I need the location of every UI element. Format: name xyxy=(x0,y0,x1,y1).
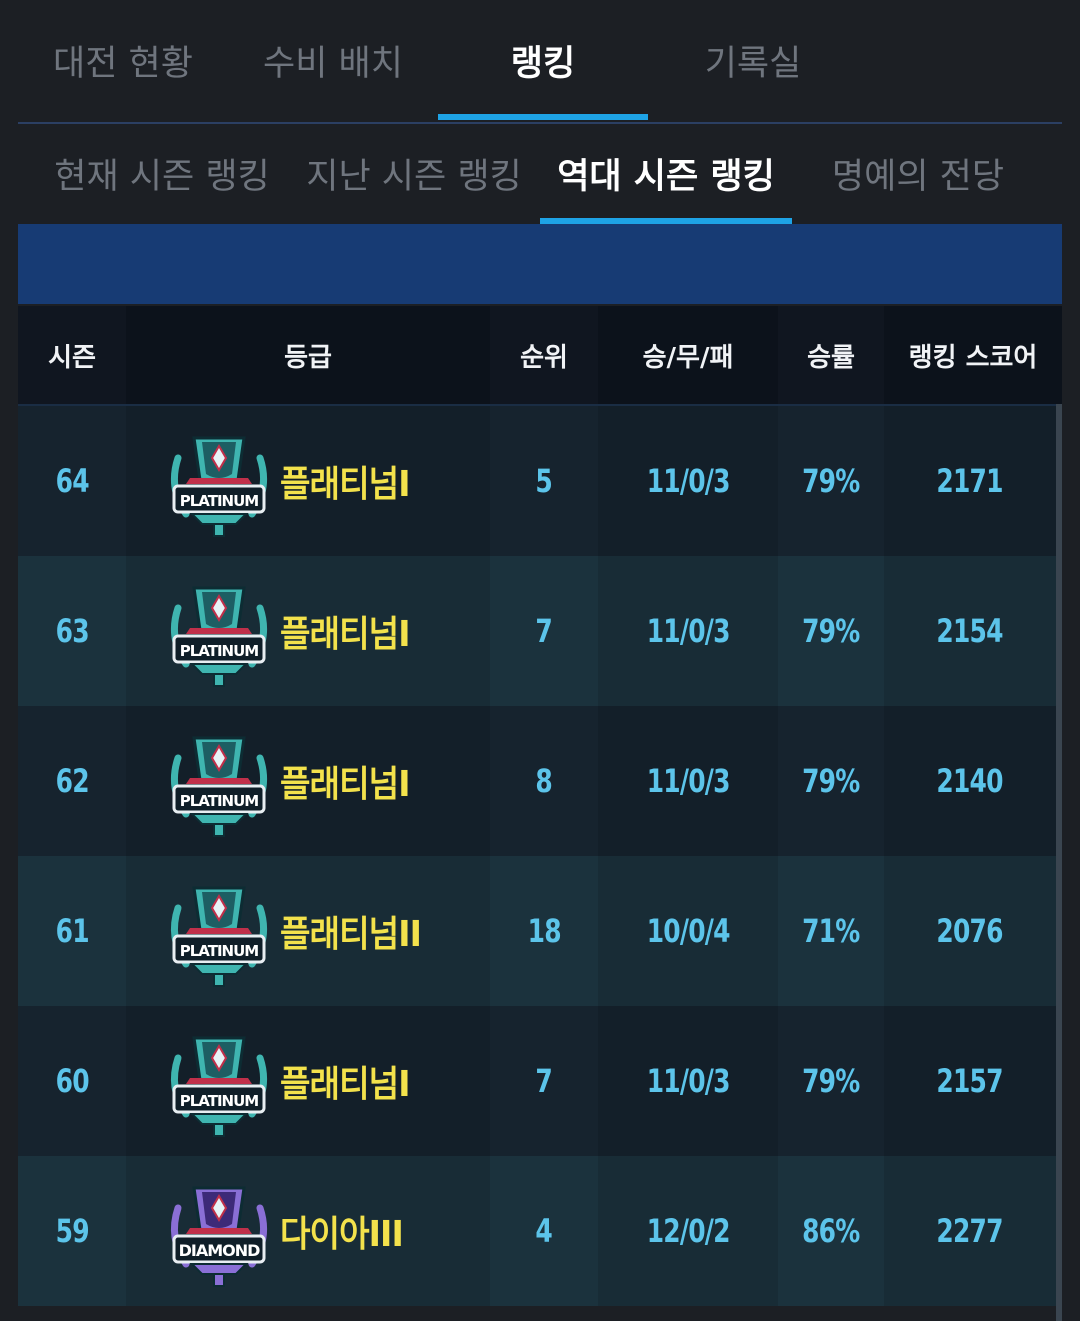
grade-name: 다이아III xyxy=(280,1214,404,1255)
tab-ranking[interactable]: 랭킹 xyxy=(438,0,648,120)
platinum-badge-icon: PLATINUM xyxy=(164,878,274,988)
platinum-badge-icon: PLATINUM xyxy=(164,428,274,538)
rank-cell: 18 xyxy=(527,912,561,950)
table-row[interactable]: 59 DIAMOND 다이아III 4 12/0/2 86% 2277 xyxy=(18,1156,1056,1306)
rank-cell: 7 xyxy=(535,612,553,650)
tab-label: 대전 현황 xyxy=(53,43,193,84)
header-record: 승/무/패 xyxy=(598,306,778,404)
ranking-score-cell: 2154 xyxy=(884,556,1056,706)
record-cell: 11/0/3 xyxy=(598,1006,778,1156)
header-win-rate: 승률 xyxy=(807,342,855,373)
tab-label: 지난 시즌 랭킹 xyxy=(306,156,522,197)
rank-cell: 7 xyxy=(535,1062,553,1100)
svg-text:PLATINUM: PLATINUM xyxy=(180,492,259,510)
svg-text:PLATINUM: PLATINUM xyxy=(180,642,259,660)
grade-name: 플래티넘I xyxy=(280,1064,411,1105)
ranking-sub-tab-bar: 현재 시즌 랭킹 지난 시즌 랭킹 역대 시즌 랭킹 명예의 전당 xyxy=(18,122,1062,224)
tab-label: 랭킹 xyxy=(510,43,576,84)
record-cell: 11/0/3 xyxy=(598,406,778,556)
svg-text:PLATINUM: PLATINUM xyxy=(180,942,259,960)
grade-cell: PLATINUM 플래티넘II xyxy=(126,856,490,1006)
table-row[interactable]: 61 PLATINUM 플래티넘II 18 10/0/4 71% 2076 xyxy=(18,856,1056,1006)
rank-cell: 4 xyxy=(535,1212,553,1250)
tab-hall-of-fame[interactable]: 명예의 전당 xyxy=(792,122,1044,224)
win-rate-cell: 86% xyxy=(802,1212,860,1250)
grade-name: 플래티넘I xyxy=(280,614,411,655)
tab-label: 현재 시즌 랭킹 xyxy=(54,156,270,197)
table-row[interactable]: 62 PLATINUM 플래티넘I 8 11/0/3 79% 2140 xyxy=(18,706,1056,856)
svg-text:DIAMOND: DIAMOND xyxy=(179,1241,261,1260)
season-cell: 59 xyxy=(55,1212,89,1250)
rank-cell: 8 xyxy=(535,762,553,800)
grade-cell: PLATINUM 플래티넘I xyxy=(126,556,490,706)
grade-cell: PLATINUM 플래티넘I xyxy=(126,1006,490,1156)
win-rate-cell: 79% xyxy=(802,762,860,800)
win-rate-cell: 79% xyxy=(802,612,860,650)
svg-text:PLATINUM: PLATINUM xyxy=(180,792,259,810)
section-banner xyxy=(18,224,1062,304)
season-cell: 60 xyxy=(55,1062,89,1100)
ranking-score-cell: 2157 xyxy=(884,1006,1056,1156)
season-cell: 63 xyxy=(55,612,89,650)
platinum-badge-icon: PLATINUM xyxy=(164,728,274,838)
season-ranking-table: 시즌 등급 순위 승/무/패 승률 랭킹 스코어 64 PLATINUM 플래티… xyxy=(18,306,1062,1321)
tab-label: 역대 시즌 랭킹 xyxy=(557,156,775,197)
platinum-badge-icon: PLATINUM xyxy=(164,578,274,688)
tab-label: 수비 배치 xyxy=(263,43,403,84)
record-cell: 10/0/4 xyxy=(598,856,778,1006)
ranking-score-cell: 2277 xyxy=(884,1156,1056,1306)
table-row[interactable]: 64 PLATINUM 플래티넘I 5 11/0/3 79% 2171 xyxy=(18,406,1056,556)
platinum-badge-icon: PLATINUM xyxy=(164,1028,274,1138)
tab-defense-setup[interactable]: 수비 배치 xyxy=(228,0,438,120)
table-header: 시즌 등급 순위 승/무/패 승률 랭킹 스코어 xyxy=(18,306,1062,406)
record-cell: 12/0/2 xyxy=(598,1156,778,1306)
tab-all-time-season-ranking[interactable]: 역대 시즌 랭킹 xyxy=(540,122,792,224)
win-rate-cell: 79% xyxy=(802,1062,860,1100)
diamond-badge-icon: DIAMOND xyxy=(164,1178,274,1288)
record-cell: 11/0/3 xyxy=(598,556,778,706)
grade-name: 플래티넘II xyxy=(280,914,422,955)
season-cell: 62 xyxy=(55,762,89,800)
ranking-score-cell: 2076 xyxy=(884,856,1056,1006)
header-rank: 순위 xyxy=(520,342,568,373)
win-rate-cell: 79% xyxy=(802,462,860,500)
tab-label: 기록실 xyxy=(704,43,802,84)
win-rate-cell: 71% xyxy=(802,912,860,950)
ranking-score-cell: 2140 xyxy=(884,706,1056,856)
season-cell: 64 xyxy=(55,462,89,500)
table-row[interactable]: 60 PLATINUM 플래티넘I 7 11/0/3 79% 2157 xyxy=(18,1006,1056,1156)
main-tab-bar: 대전 현황 수비 배치 랭킹 기록실 xyxy=(18,0,1062,124)
header-ranking-score: 랭킹 스코어 xyxy=(884,306,1062,404)
tab-last-season-ranking[interactable]: 지난 시즌 랭킹 xyxy=(288,122,540,224)
grade-name: 플래티넘I xyxy=(280,764,411,805)
grade-cell: PLATINUM 플래티넘I xyxy=(126,706,490,856)
grade-cell: PLATINUM 플래티넘I xyxy=(126,406,490,556)
header-grade: 등급 xyxy=(126,306,490,404)
tab-label: 명예의 전당 xyxy=(831,156,1005,197)
record-cell: 11/0/3 xyxy=(598,706,778,856)
tab-records[interactable]: 기록실 xyxy=(648,0,858,120)
ranking-score-cell: 2171 xyxy=(884,406,1056,556)
rank-cell: 5 xyxy=(535,462,553,500)
svg-text:PLATINUM: PLATINUM xyxy=(180,1092,259,1110)
tab-current-season-ranking[interactable]: 현재 시즌 랭킹 xyxy=(36,122,288,224)
season-cell: 61 xyxy=(55,912,89,950)
table-scrollbar[interactable] xyxy=(1056,404,1062,1321)
grade-cell: DIAMOND 다이아III xyxy=(126,1156,490,1306)
table-row[interactable]: 63 PLATINUM 플래티넘I 7 11/0/3 79% 2154 xyxy=(18,556,1056,706)
header-season: 시즌 xyxy=(48,342,96,373)
tab-battle-status[interactable]: 대전 현황 xyxy=(18,0,228,120)
grade-name: 플래티넘I xyxy=(280,464,411,505)
